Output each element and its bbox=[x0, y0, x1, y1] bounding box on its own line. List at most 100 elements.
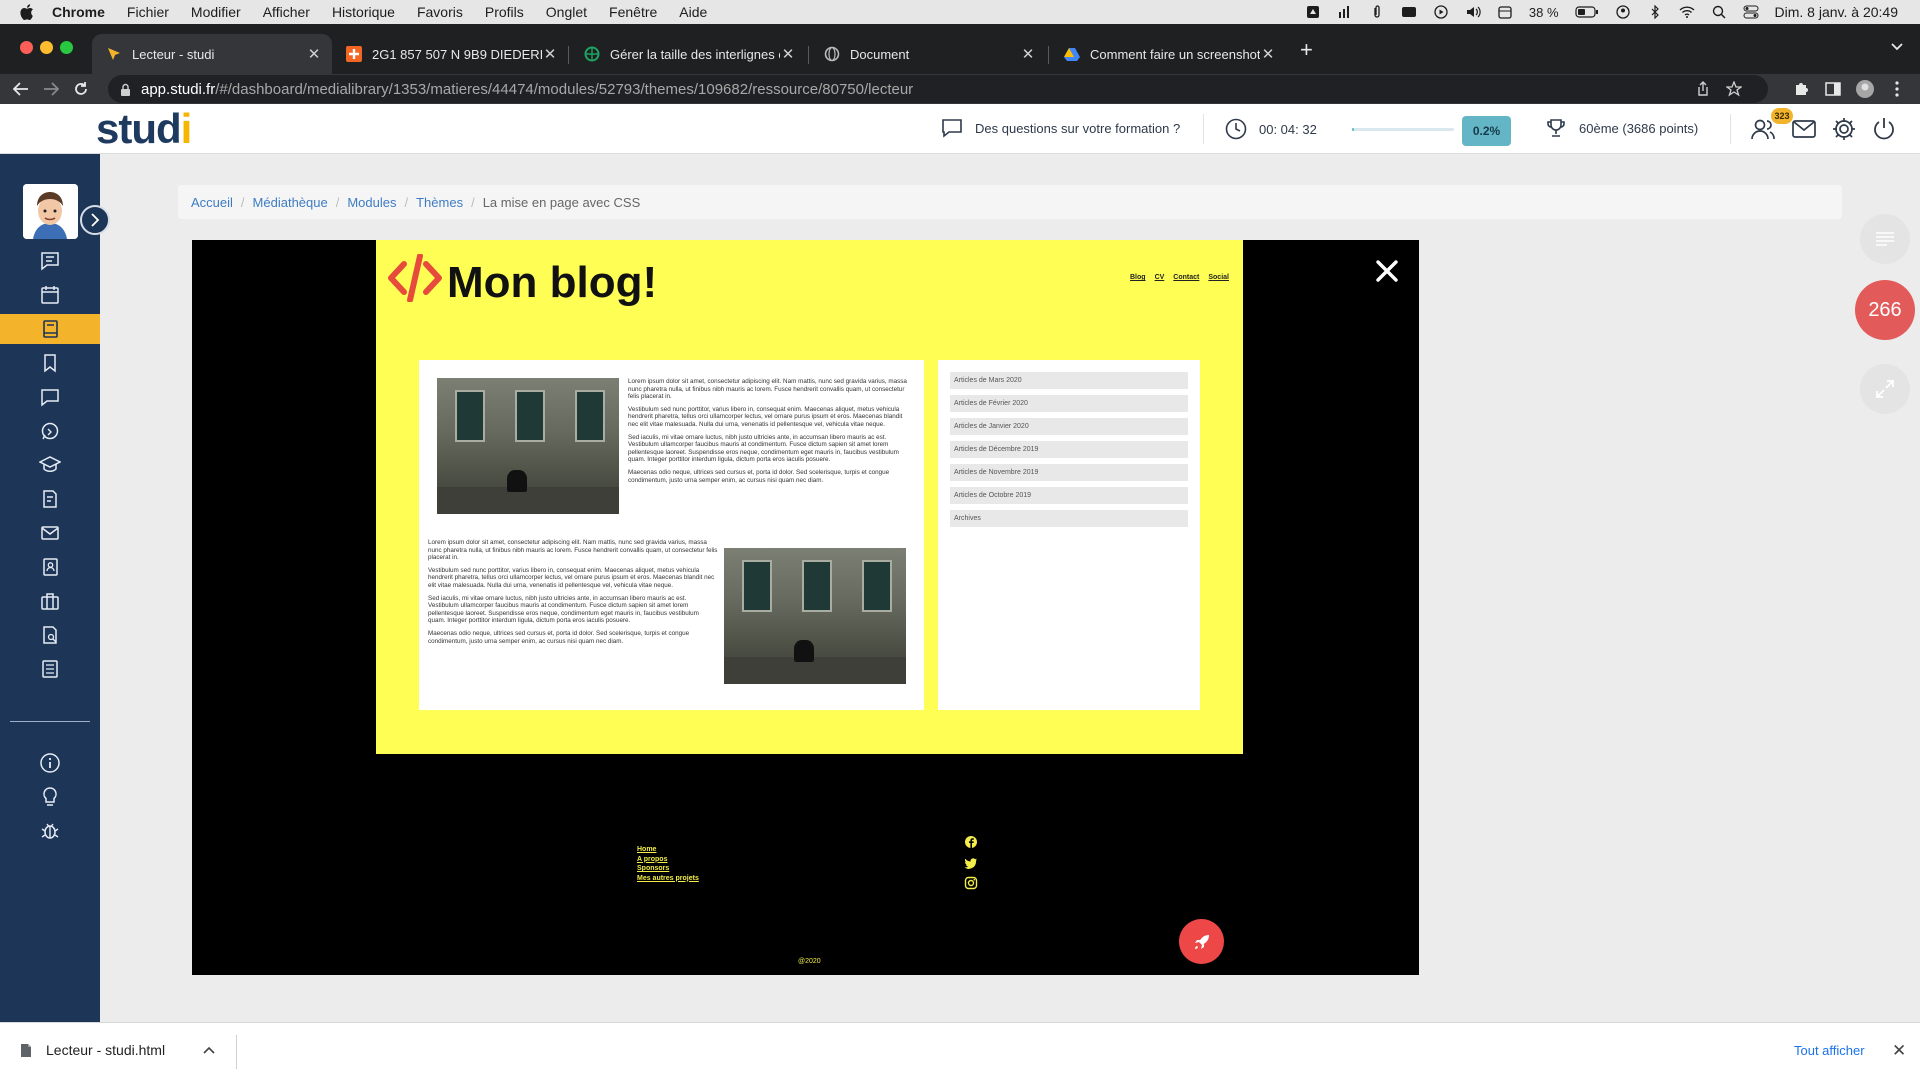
archive-item[interactable]: Archives bbox=[950, 510, 1188, 527]
tab-close-icon[interactable]: ✕ bbox=[1020, 45, 1036, 63]
sidebar-item-contacts[interactable] bbox=[0, 552, 100, 582]
new-tab-plus-icon[interactable]: + bbox=[1300, 39, 1313, 61]
archive-item[interactable]: Articles de Novembre 2019 bbox=[950, 464, 1188, 481]
studi-logo[interactable]: studi bbox=[96, 105, 192, 153]
reload-icon[interactable] bbox=[66, 81, 96, 97]
tab-diederichs[interactable]: 2G1 857 507 N 9B9 DIEDERICHS ✕ bbox=[332, 34, 568, 74]
footer-link-projets[interactable]: Mes autres projets bbox=[637, 874, 699, 884]
sidebar-item-library[interactable] bbox=[0, 314, 100, 344]
twitter-icon[interactable] bbox=[964, 856, 978, 870]
breadcrumb-modules[interactable]: Modules bbox=[347, 195, 396, 210]
share-icon[interactable] bbox=[1696, 81, 1710, 97]
tab-search-chevron-icon[interactable] bbox=[1890, 42, 1904, 52]
sidebar-item-messages[interactable] bbox=[0, 246, 100, 276]
user-account-icon[interactable] bbox=[1615, 5, 1631, 19]
blog-nav-blog[interactable]: Blog bbox=[1130, 274, 1146, 281]
notes-button[interactable] bbox=[1860, 214, 1910, 264]
sidebar-item-info[interactable] bbox=[0, 748, 100, 778]
sidebar-item-exams[interactable] bbox=[0, 620, 100, 650]
menu-profils[interactable]: Profils bbox=[485, 4, 524, 20]
forward-arrow-icon[interactable] bbox=[36, 82, 66, 96]
sidebar-item-bookmarks[interactable] bbox=[0, 348, 100, 378]
breadcrumb-mediatheque[interactable]: Médiathèque bbox=[253, 195, 328, 210]
chevron-up-icon[interactable] bbox=[203, 1046, 215, 1054]
ranking[interactable]: 60ème (3686 points) bbox=[1547, 118, 1698, 138]
mail-icon[interactable] bbox=[1791, 116, 1817, 142]
tab-document[interactable]: Document ✕ bbox=[810, 34, 1046, 74]
footer-link-apropos[interactable]: A propos bbox=[637, 855, 699, 865]
counter-badge-button[interactable]: 266 bbox=[1855, 280, 1915, 340]
bookmark-star-icon[interactable] bbox=[1726, 81, 1742, 97]
menu-fenetre[interactable]: Fenêtre bbox=[609, 4, 657, 20]
sidebar-item-jobs[interactable] bbox=[0, 586, 100, 616]
footer-link-home[interactable]: Home bbox=[637, 845, 699, 855]
sidebar-item-grades[interactable] bbox=[0, 654, 100, 684]
wifi-icon[interactable] bbox=[1679, 5, 1695, 19]
menu-afficher[interactable]: Afficher bbox=[263, 4, 310, 20]
archive-item[interactable]: Articles de Décembre 2019 bbox=[950, 441, 1188, 458]
address-bar[interactable]: app.studi.fr/#/dashboard/medialibrary/13… bbox=[108, 75, 1768, 103]
menu-historique[interactable]: Historique bbox=[332, 4, 395, 20]
sidebar-item-courses[interactable] bbox=[0, 450, 100, 480]
activity-icon[interactable] bbox=[1337, 5, 1353, 19]
archive-item[interactable]: Articles de Janvier 2020 bbox=[950, 418, 1188, 435]
apple-menu-icon[interactable] bbox=[20, 4, 38, 20]
menu-aide[interactable]: Aide bbox=[679, 4, 707, 20]
breadcrumb-accueil[interactable]: Accueil bbox=[191, 195, 233, 210]
keyboard-icon[interactable] bbox=[1401, 5, 1417, 19]
menubar-clock[interactable]: Dim. 8 janv. à 20:49 bbox=[1775, 4, 1898, 20]
window-zoom-button[interactable] bbox=[60, 41, 73, 54]
power-logout-icon[interactable] bbox=[1871, 116, 1897, 142]
tab-close-icon[interactable]: ✕ bbox=[1260, 45, 1276, 63]
archive-item[interactable]: Articles de Février 2020 bbox=[950, 395, 1188, 412]
window-close-button[interactable] bbox=[20, 41, 33, 54]
tab-screenshot[interactable]: Comment faire un screenshot s ✕ bbox=[1050, 34, 1286, 74]
tab-close-icon[interactable]: ✕ bbox=[542, 45, 558, 63]
window-minimize-button[interactable] bbox=[40, 41, 53, 54]
avatar[interactable] bbox=[23, 184, 78, 239]
settings-gear-icon[interactable] bbox=[1831, 116, 1857, 142]
extensions-puzzle-icon[interactable] bbox=[1793, 81, 1809, 97]
sidebar-item-mail[interactable] bbox=[0, 518, 100, 548]
sidebar-item-support[interactable] bbox=[0, 416, 100, 446]
lock-icon[interactable] bbox=[120, 83, 131, 96]
bluetooth-icon[interactable] bbox=[1647, 5, 1663, 19]
sidebar-item-calendar[interactable] bbox=[0, 280, 100, 310]
sidebar-item-forum[interactable] bbox=[0, 382, 100, 412]
spotlight-search-icon[interactable] bbox=[1711, 5, 1727, 19]
back-arrow-icon[interactable] bbox=[6, 82, 36, 96]
breadcrumb-themes[interactable]: Thèmes bbox=[416, 195, 463, 210]
profile-avatar-icon[interactable] bbox=[1855, 79, 1875, 99]
footer-link-sponsors[interactable]: Sponsors bbox=[637, 864, 699, 874]
tab-lecteur-studi[interactable]: Lecteur - studi ✕ bbox=[92, 34, 332, 74]
questions-link[interactable]: Des questions sur votre formation ? bbox=[941, 118, 1180, 138]
menu-onglet[interactable]: Onglet bbox=[546, 4, 587, 20]
chrome-menu-icon[interactable] bbox=[1895, 81, 1899, 97]
tab-interlignes[interactable]: Gérer la taille des interlignes et ✕ bbox=[570, 34, 806, 74]
sidebar-item-documents[interactable] bbox=[0, 484, 100, 514]
play-icon[interactable] bbox=[1433, 5, 1449, 19]
menu-app-name[interactable]: Chrome bbox=[52, 4, 105, 20]
archive-item[interactable]: Articles de Octobre 2019 bbox=[950, 487, 1188, 504]
sidebar-item-bug-report[interactable] bbox=[0, 816, 100, 846]
menu-modifier[interactable]: Modifier bbox=[191, 4, 241, 20]
fullscreen-button[interactable] bbox=[1860, 364, 1910, 414]
control-center-icon[interactable] bbox=[1743, 5, 1759, 19]
drive-status-icon[interactable] bbox=[1305, 5, 1321, 19]
blog-nav-social[interactable]: Social bbox=[1208, 274, 1229, 281]
download-bar-close-icon[interactable]: ✕ bbox=[1892, 1041, 1906, 1061]
show-all-downloads-button[interactable]: Tout afficher bbox=[1794, 1043, 1865, 1058]
battery-icon[interactable] bbox=[1574, 5, 1599, 19]
sidebar-expand-button[interactable] bbox=[80, 205, 110, 235]
download-item[interactable]: Lecteur - studi.html bbox=[20, 1042, 215, 1058]
sidebar-item-ideas[interactable] bbox=[0, 782, 100, 812]
paperclip-icon[interactable] bbox=[1369, 5, 1385, 19]
tab-close-icon[interactable]: ✕ bbox=[306, 45, 322, 63]
menu-fichier[interactable]: Fichier bbox=[127, 4, 169, 20]
blog-nav-cv[interactable]: CV bbox=[1155, 274, 1165, 281]
blog-nav-contact[interactable]: Contact bbox=[1173, 274, 1199, 281]
sidepanel-icon[interactable] bbox=[1825, 81, 1841, 97]
menu-favoris[interactable]: Favoris bbox=[417, 4, 463, 20]
facebook-icon[interactable] bbox=[964, 835, 978, 849]
volume-icon[interactable] bbox=[1465, 5, 1481, 19]
